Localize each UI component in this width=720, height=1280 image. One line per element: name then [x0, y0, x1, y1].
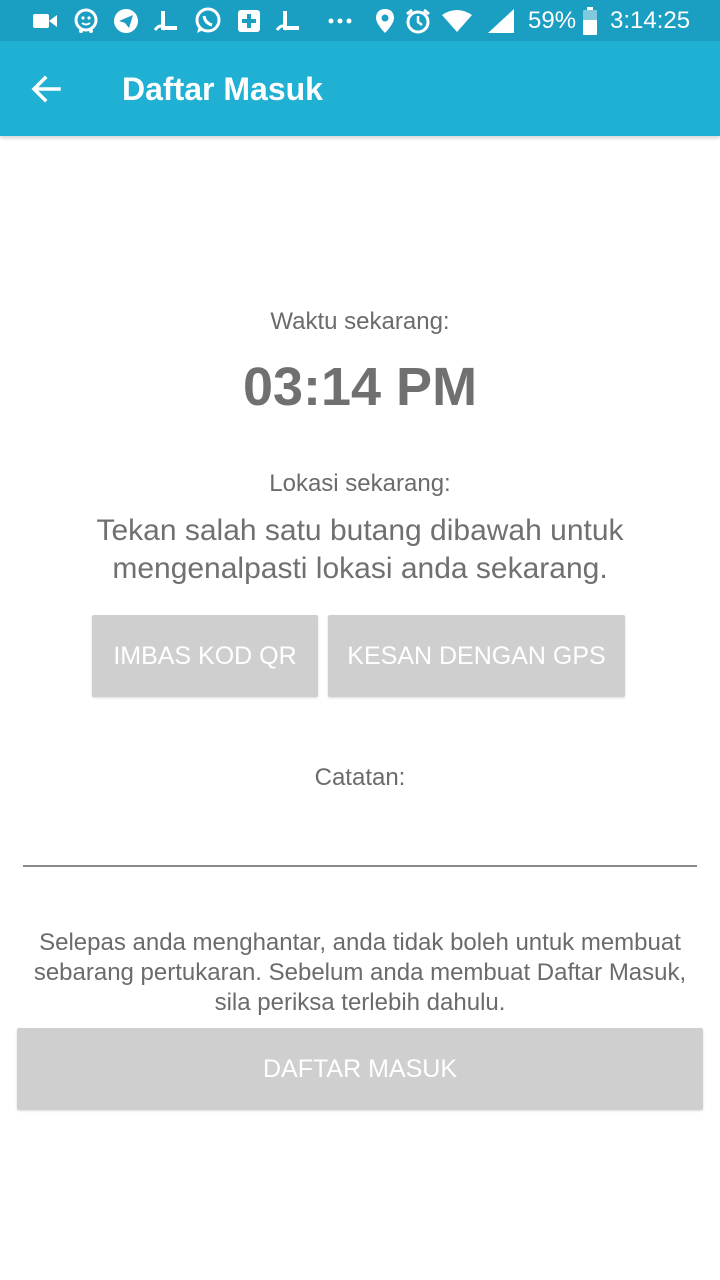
signal-icon — [486, 8, 516, 34]
location-label: Lokasi sekarang: — [269, 470, 451, 497]
waze-icon — [72, 8, 100, 34]
battery-icon — [582, 7, 598, 35]
more-icon — [326, 8, 354, 34]
instruction-line: mengenalpasti lokasi anda sekarang. — [112, 552, 608, 585]
video-icon — [32, 8, 58, 34]
wifi-icon — [440, 8, 474, 34]
gps-button[interactable]: KESAN DENGAN GPS — [328, 615, 625, 697]
hospital-icon — [236, 8, 262, 34]
alarm-icon — [404, 8, 432, 34]
instruction-line: Tekan salah satu butang dibawah untuk — [96, 514, 624, 547]
notice-line: sebarang pertukaran. Sebelum anda membua… — [33, 959, 687, 986]
status-bar: 59% 3:14:25 — [0, 0, 720, 41]
notice-line: Selepas anda menghantar, anda tidak bole… — [39, 929, 681, 956]
app-l-icon — [274, 8, 302, 34]
status-time: 3:14:25 — [610, 7, 691, 34]
notice-text: Selepas anda menghantar, anda tidak bole… — [0, 928, 720, 1018]
current-time-value: 03:14 PM — [242, 357, 478, 417]
back-button[interactable] — [18, 63, 74, 115]
instruction-text: Tekan salah satu butang dibawah untuk me… — [0, 512, 720, 588]
page-title: Daftar Masuk — [122, 71, 323, 107]
arrow-left-icon — [31, 75, 61, 103]
submit-checkin-button[interactable]: DAFTAR MASUK — [17, 1028, 703, 1110]
battery-percent: 59% — [528, 7, 577, 34]
note-input[interactable] — [23, 810, 697, 865]
note-input-underline — [23, 865, 697, 867]
app-bar: Daftar Masuk — [0, 41, 720, 136]
telegram-icon — [112, 8, 140, 34]
notice-line: sila periksa terlebih dahulu. — [214, 989, 506, 1016]
location-icon — [374, 8, 396, 34]
note-label: Catatan: — [314, 764, 406, 791]
app-l-icon — [152, 8, 180, 34]
whatsapp-icon — [194, 7, 222, 34]
time-label: Waktu sekarang: — [270, 308, 450, 335]
scan-qr-button[interactable]: IMBAS KOD QR — [92, 615, 318, 697]
